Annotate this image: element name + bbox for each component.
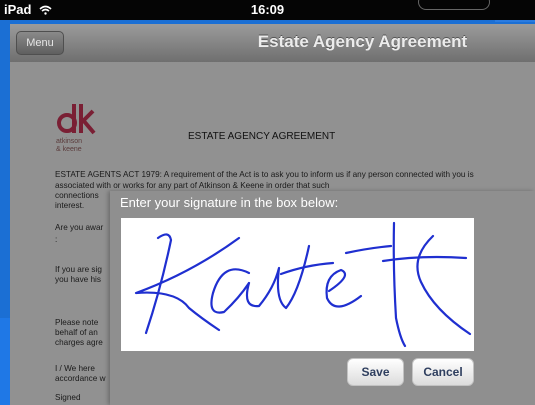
signature-dialog: Enter your signature in the box below: S… xyxy=(110,191,535,405)
paragraph-text: accordance w xyxy=(55,374,106,383)
logo-line: & keene xyxy=(56,146,82,153)
paragraph-text: interest. xyxy=(55,201,85,210)
page-title: Estate Agency Agreement xyxy=(257,32,468,51)
document-heading: ESTATE AGENCY AGREEMENT xyxy=(188,131,336,142)
paragraph-text: you have his xyxy=(55,275,101,284)
paragraph-estate-agents-act: ESTATE AGENTS ACT 1979: A requirement of… xyxy=(55,170,474,190)
paragraph-text: connections xyxy=(55,191,99,200)
paragraph-text: I / We here xyxy=(55,364,95,373)
signature-pad[interactable] xyxy=(121,218,474,351)
save-button[interactable]: Save xyxy=(347,358,404,386)
paragraph-text: If you are sig xyxy=(55,265,102,274)
paragraph-text: : xyxy=(55,235,58,244)
paragraph-text: Are you awar xyxy=(55,223,104,232)
signature-prompt: Enter your signature in the box below: xyxy=(120,195,339,210)
logo-line: atkinson xyxy=(56,138,83,145)
paragraph-text: Please note xyxy=(55,318,99,327)
signature-ink xyxy=(134,221,472,348)
cancel-button[interactable]: Cancel xyxy=(412,358,474,386)
menu-button[interactable]: Menu xyxy=(16,31,64,55)
logo-text: atkinson & keene xyxy=(56,138,82,154)
paragraph-text: charges agre xyxy=(55,338,103,347)
status-pill xyxy=(418,0,490,10)
paragraph-text: behalf of an xyxy=(55,328,98,337)
signed-label: Signed xyxy=(55,393,81,402)
status-bar: iPad 16:09 xyxy=(0,0,535,20)
navigation-bar: Menu Estate Agency Agreement xyxy=(10,24,535,63)
